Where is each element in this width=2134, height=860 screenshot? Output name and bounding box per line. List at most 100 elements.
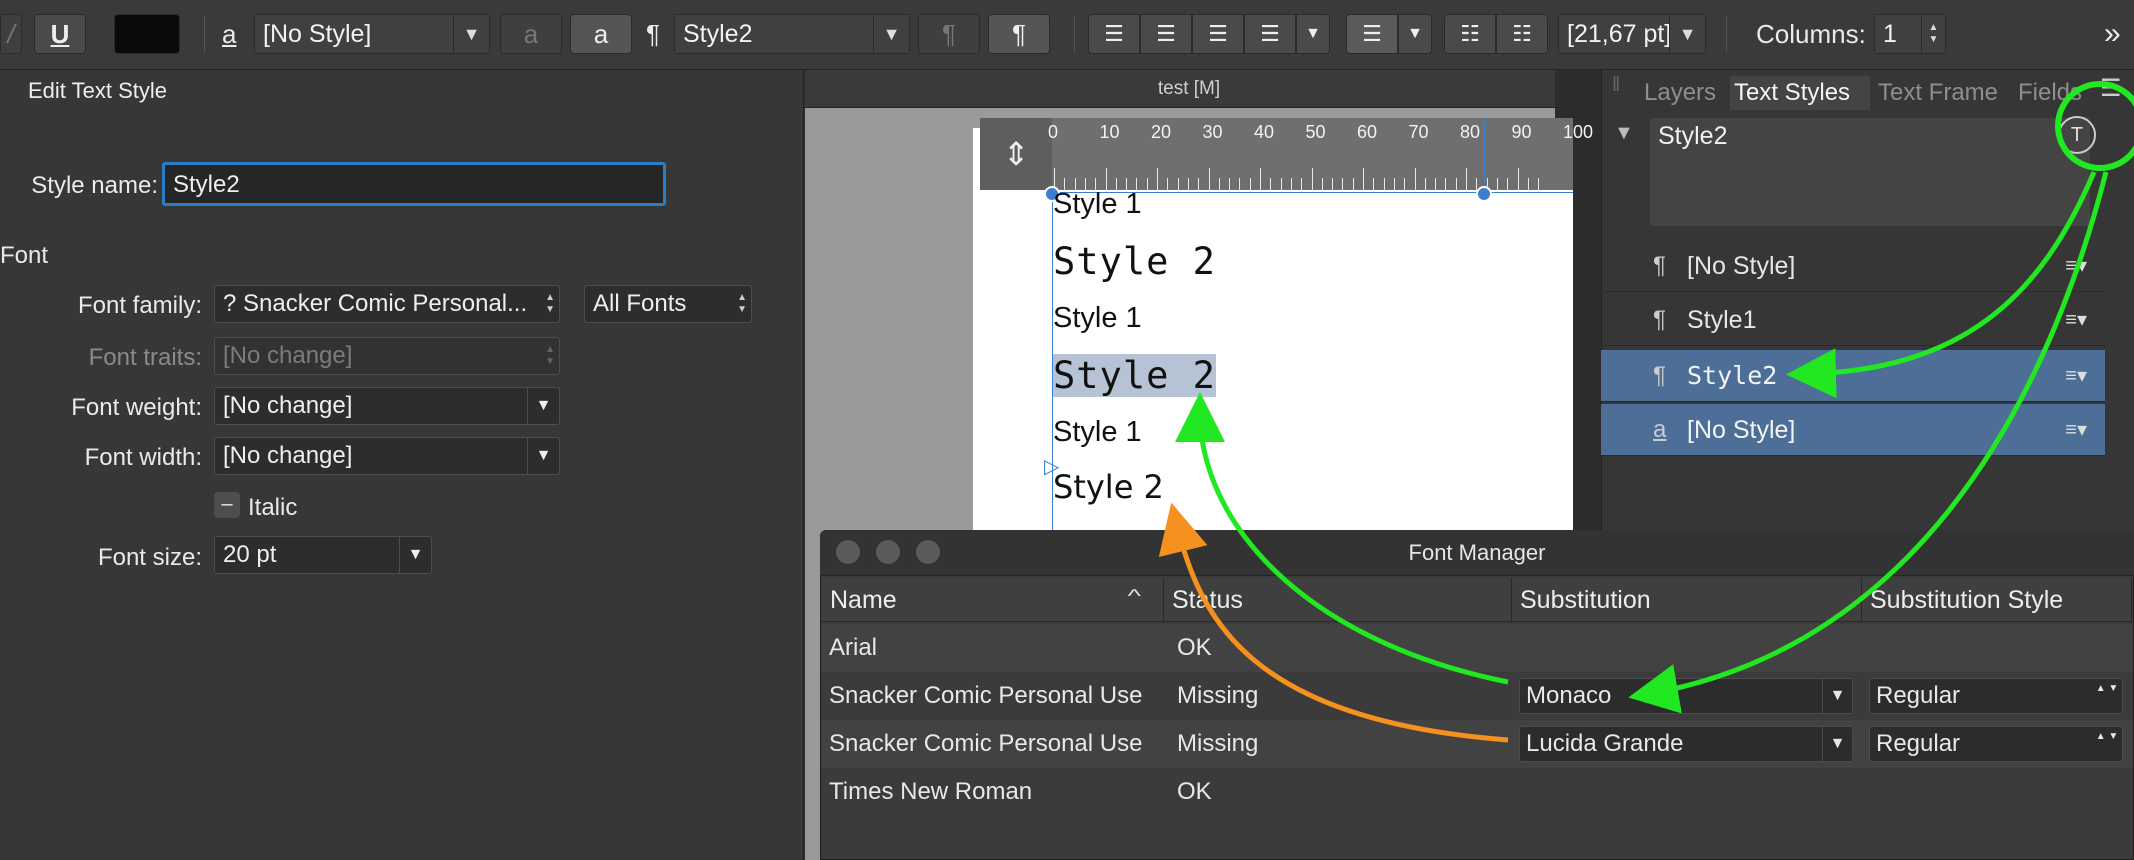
- style-list-item[interactable]: ¶ [No Style] ≡▾: [1601, 240, 2105, 292]
- font-table-row[interactable]: Snacker Comic Personal Use Missing Lucida …: [821, 720, 2133, 768]
- substitution-style-value: Regular: [1876, 682, 1961, 709]
- horizontal-ruler[interactable]: 0 10 20 30 40 50 60 70 80 90 100: [1048, 118, 1593, 190]
- style-name: [No Style]: [1687, 416, 1796, 444]
- style-options-icon[interactable]: ≡▾: [2065, 294, 2087, 346]
- vertical-align-button[interactable]: ☰: [1346, 14, 1398, 54]
- substitution-style-select[interactable]: Regular ▲ ▼: [1869, 726, 2123, 762]
- ruler-tick: [1177, 178, 1179, 190]
- font-table-row[interactable]: Snacker Comic Personal Use Missing Monaco ▼…: [821, 672, 2133, 720]
- panel-menu-icon[interactable]: ☰: [2100, 74, 2122, 103]
- document-text-line[interactable]: Style 1: [1053, 416, 1142, 449]
- character-style-select[interactable]: [No Style] ▼: [254, 14, 490, 54]
- font-name-cell: Snacker Comic Personal Use: [829, 682, 1143, 709]
- document-tab[interactable]: test [M]: [805, 70, 1573, 108]
- style-preview-name: Style2: [1658, 122, 1728, 150]
- ruler-tick: [1198, 178, 1200, 190]
- font-size-label: Font size:: [97, 544, 202, 571]
- italic-checkbox[interactable]: –: [214, 492, 240, 518]
- bullet-list-button[interactable]: ☷: [1444, 14, 1496, 54]
- style-options-icon[interactable]: ≡▾: [2065, 404, 2087, 456]
- font-table-row[interactable]: Times New Roman OK: [821, 768, 2133, 816]
- font-size-select[interactable]: 20 pt ▼: [214, 536, 432, 574]
- ruler-tick: [1517, 168, 1519, 190]
- substitution-select[interactable]: Monaco ▼: [1519, 678, 1853, 714]
- style-name: Style1: [1687, 306, 1757, 334]
- style-list-item[interactable]: ¶ Style1 ≡▾: [1601, 294, 2105, 346]
- tab-fields[interactable]: Fields: [2014, 76, 2084, 110]
- sort-ascending-icon[interactable]: ^: [1127, 586, 1141, 607]
- ruler-number: 20: [1151, 122, 1172, 142]
- text-style-icon[interactable]: T: [2058, 116, 2096, 154]
- ruler-tick: [1538, 178, 1540, 190]
- ruler-guide: [1484, 118, 1485, 190]
- document-text-line[interactable]: Style 1: [1053, 302, 1142, 335]
- italic-button[interactable]: /: [0, 14, 22, 54]
- frame-handle[interactable]: [1476, 186, 1492, 202]
- font-weight-select[interactable]: [No change] ▼: [214, 387, 560, 425]
- column-header-substitution[interactable]: Substitution: [1512, 578, 1862, 622]
- align-center-button[interactable]: ☰: [1140, 14, 1192, 54]
- paragraph-style-apply-button[interactable]: ¶: [988, 14, 1050, 54]
- numbered-list-button[interactable]: ☷: [1496, 14, 1548, 54]
- column-header-status[interactable]: Status: [1164, 578, 1512, 622]
- chevron-down-icon: ▼: [1669, 15, 1705, 53]
- justify-button[interactable]: ☰: [1244, 14, 1296, 54]
- ruler-tick: [1424, 178, 1426, 190]
- underline-button[interactable]: U: [34, 14, 86, 54]
- style-list-item[interactable]: ¶ Style2 ≡▾: [1601, 350, 2105, 402]
- font-status-cell: Missing: [1177, 682, 1259, 709]
- ruler-tick: [1393, 178, 1395, 190]
- character-style-clear-button[interactable]: a: [500, 14, 562, 54]
- substitution-style-select[interactable]: Regular ▲ ▼: [1869, 678, 2123, 714]
- paragraph-style-select[interactable]: Style2 ▼: [674, 14, 910, 54]
- tab-text-styles[interactable]: Text Styles: [1730, 76, 1870, 110]
- document-text-line[interactable]: Style 1: [1053, 188, 1142, 221]
- window-minimize-icon[interactable]: [876, 540, 900, 564]
- ruler-tick: [1342, 178, 1344, 190]
- ruler-tick: [1280, 178, 1282, 190]
- document-text-line[interactable]: Style 2: [1053, 468, 1164, 506]
- disclosure-triangle-icon[interactable]: ▼: [1614, 122, 1634, 145]
- font-table-row[interactable]: Arial OK: [821, 624, 2133, 672]
- style-options-icon[interactable]: ≡▾: [2065, 350, 2087, 402]
- stepper-icon: ▲ ▼: [545, 292, 555, 315]
- character-style-apply-button[interactable]: a: [570, 14, 632, 54]
- style-name-input[interactable]: Style2: [162, 162, 666, 206]
- toolbar-overflow-icon[interactable]: »: [2104, 14, 2121, 54]
- vertical-align-more-button[interactable]: ▼: [1398, 14, 1432, 54]
- font-width-label: Font width:: [84, 444, 202, 471]
- substitution-style-value: Regular: [1876, 730, 1961, 757]
- align-right-button[interactable]: ☰: [1192, 14, 1244, 54]
- ruler-tick: [1167, 178, 1169, 190]
- panel-title: Edit Text Style: [28, 78, 167, 103]
- ruler-origin-icon[interactable]: ⇕: [980, 118, 1052, 190]
- font-filter-select[interactable]: All Fonts ▲ ▼: [584, 285, 752, 323]
- stepper-icon: ▲ ▼: [1921, 15, 1945, 53]
- ruler-tick: [1527, 178, 1529, 190]
- column-header-substitution-style[interactable]: Substitution Style: [1862, 578, 2132, 622]
- style-options-icon[interactable]: ≡▾: [2065, 240, 2087, 292]
- text-color-swatch[interactable]: [114, 14, 180, 54]
- document-text-line[interactable]: Style 2: [1053, 354, 1216, 397]
- font-family-select[interactable]: ? Snacker Comic Personal... ▲ ▼: [214, 285, 560, 323]
- window-close-icon[interactable]: [836, 540, 860, 564]
- ruler-tick: [1218, 178, 1220, 190]
- document-text-line[interactable]: Style 2: [1053, 240, 1216, 283]
- columns-stepper[interactable]: 1 ▲ ▼: [1874, 14, 1946, 54]
- tab-text-frame[interactable]: Text Frame: [1874, 76, 2010, 110]
- window-zoom-icon[interactable]: [916, 540, 940, 564]
- align-left-button[interactable]: ☰: [1088, 14, 1140, 54]
- ruler-tick: [1507, 178, 1509, 190]
- paragraph-style-clear-button[interactable]: ¶: [918, 14, 980, 54]
- ruler-tick: [1321, 178, 1323, 190]
- leading-select[interactable]: [21,67 pt] ▼: [1558, 14, 1706, 54]
- substitution-select[interactable]: Lucida Grande ▼: [1519, 726, 1853, 762]
- tab-layers[interactable]: Layers: [1640, 76, 1724, 110]
- alignment-more-button[interactable]: ▼: [1296, 14, 1330, 54]
- style-list-item[interactable]: a [No Style] ≡▾: [1601, 404, 2105, 456]
- chevron-down-icon: ▼: [453, 15, 489, 53]
- font-width-select[interactable]: [No change] ▼: [214, 437, 560, 475]
- ruler-tick: [1414, 168, 1416, 190]
- column-header-name[interactable]: Name: [822, 578, 1164, 622]
- chevron-down-icon: ▼: [873, 15, 909, 53]
